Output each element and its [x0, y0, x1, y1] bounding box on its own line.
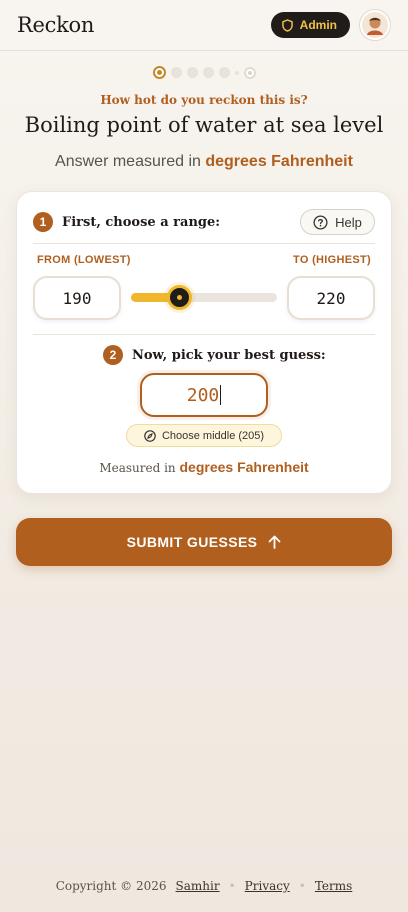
measured-unit: degrees Fahrenheit — [179, 459, 309, 475]
guess-card: 1 First, choose a range: Help FROM (LOWE… — [16, 191, 392, 494]
guess-step-label: Now, pick your best guess: — [132, 347, 326, 363]
guess-value: 200 — [186, 384, 220, 406]
help-button[interactable]: Help — [300, 209, 375, 235]
question-kicker: How hot do you reckon this is? — [100, 93, 308, 107]
progress-dot — [218, 67, 230, 78]
unit-prefix: Answer measured in — [55, 153, 201, 170]
from-label: FROM (LOWEST) — [37, 254, 131, 266]
guess-input[interactable]: 200 — [140, 373, 268, 417]
submit-guesses-button[interactable]: SUBMIT GUESSES — [16, 518, 392, 566]
user-avatar-icon — [362, 12, 388, 38]
unit-subtitle: Answer measured in degrees Fahrenheit — [0, 153, 408, 171]
app-logo[interactable]: Reckon — [17, 13, 94, 37]
author-link[interactable]: Samhir — [176, 879, 220, 893]
range-slider-handle[interactable] — [166, 285, 192, 310]
question-title: Boiling point of water at sea level — [24, 113, 384, 137]
step-badge-1: 1 — [33, 212, 53, 232]
help-label: Help — [335, 214, 362, 230]
choose-middle-label: Choose middle (205) — [161, 429, 265, 442]
progress-dots — [0, 66, 408, 79]
arrow-up-icon — [269, 535, 281, 549]
step-badge-2: 2 — [103, 345, 123, 365]
measured-prefix: Measured in — [99, 461, 176, 475]
progress-dot-current — [152, 66, 166, 79]
divider — [33, 334, 375, 335]
unit-name: degrees Fahrenheit — [205, 153, 353, 170]
progress-dot-separator — [234, 70, 239, 75]
admin-button[interactable]: Admin — [270, 12, 350, 38]
progress-dot-final — [243, 66, 256, 79]
to-input[interactable]: 220 — [287, 276, 375, 320]
terms-link[interactable]: Terms — [315, 879, 352, 893]
to-label: TO (HIGHEST) — [293, 254, 371, 266]
range-step-label: First, choose a range: — [62, 214, 221, 230]
divider — [33, 243, 375, 244]
privacy-link[interactable]: Privacy — [245, 879, 290, 893]
footer-separator: • — [228, 879, 236, 893]
avatar[interactable] — [359, 9, 391, 41]
submit-label: SUBMIT GUESSES — [126, 534, 258, 550]
progress-dot — [202, 67, 214, 78]
app-header: Reckon Admin — [0, 0, 408, 51]
copyright-text: Copyright © 2026 — [55, 879, 167, 893]
text-caret — [220, 385, 222, 405]
guess-step-header: 2 Now, pick your best guess: — [103, 345, 326, 365]
question-icon — [313, 214, 328, 230]
choose-middle-button[interactable]: Choose middle (205) — [126, 424, 282, 447]
header-actions: Admin — [270, 9, 391, 41]
range-step-header: 1 First, choose a range: — [33, 212, 220, 232]
admin-label: Admin — [299, 18, 337, 32]
compass-icon — [144, 429, 156, 442]
measured-unit-note: Measured in degrees Fahrenheit — [17, 459, 391, 475]
footer-separator: • — [298, 879, 306, 893]
progress-dot — [186, 67, 198, 78]
range-slider-track[interactable] — [131, 293, 277, 302]
shield-icon — [281, 18, 293, 32]
from-input[interactable]: 190 — [33, 276, 121, 320]
progress-dot — [170, 67, 182, 78]
footer: Copyright © 2026 Samhir • Privacy • Term… — [0, 879, 408, 893]
